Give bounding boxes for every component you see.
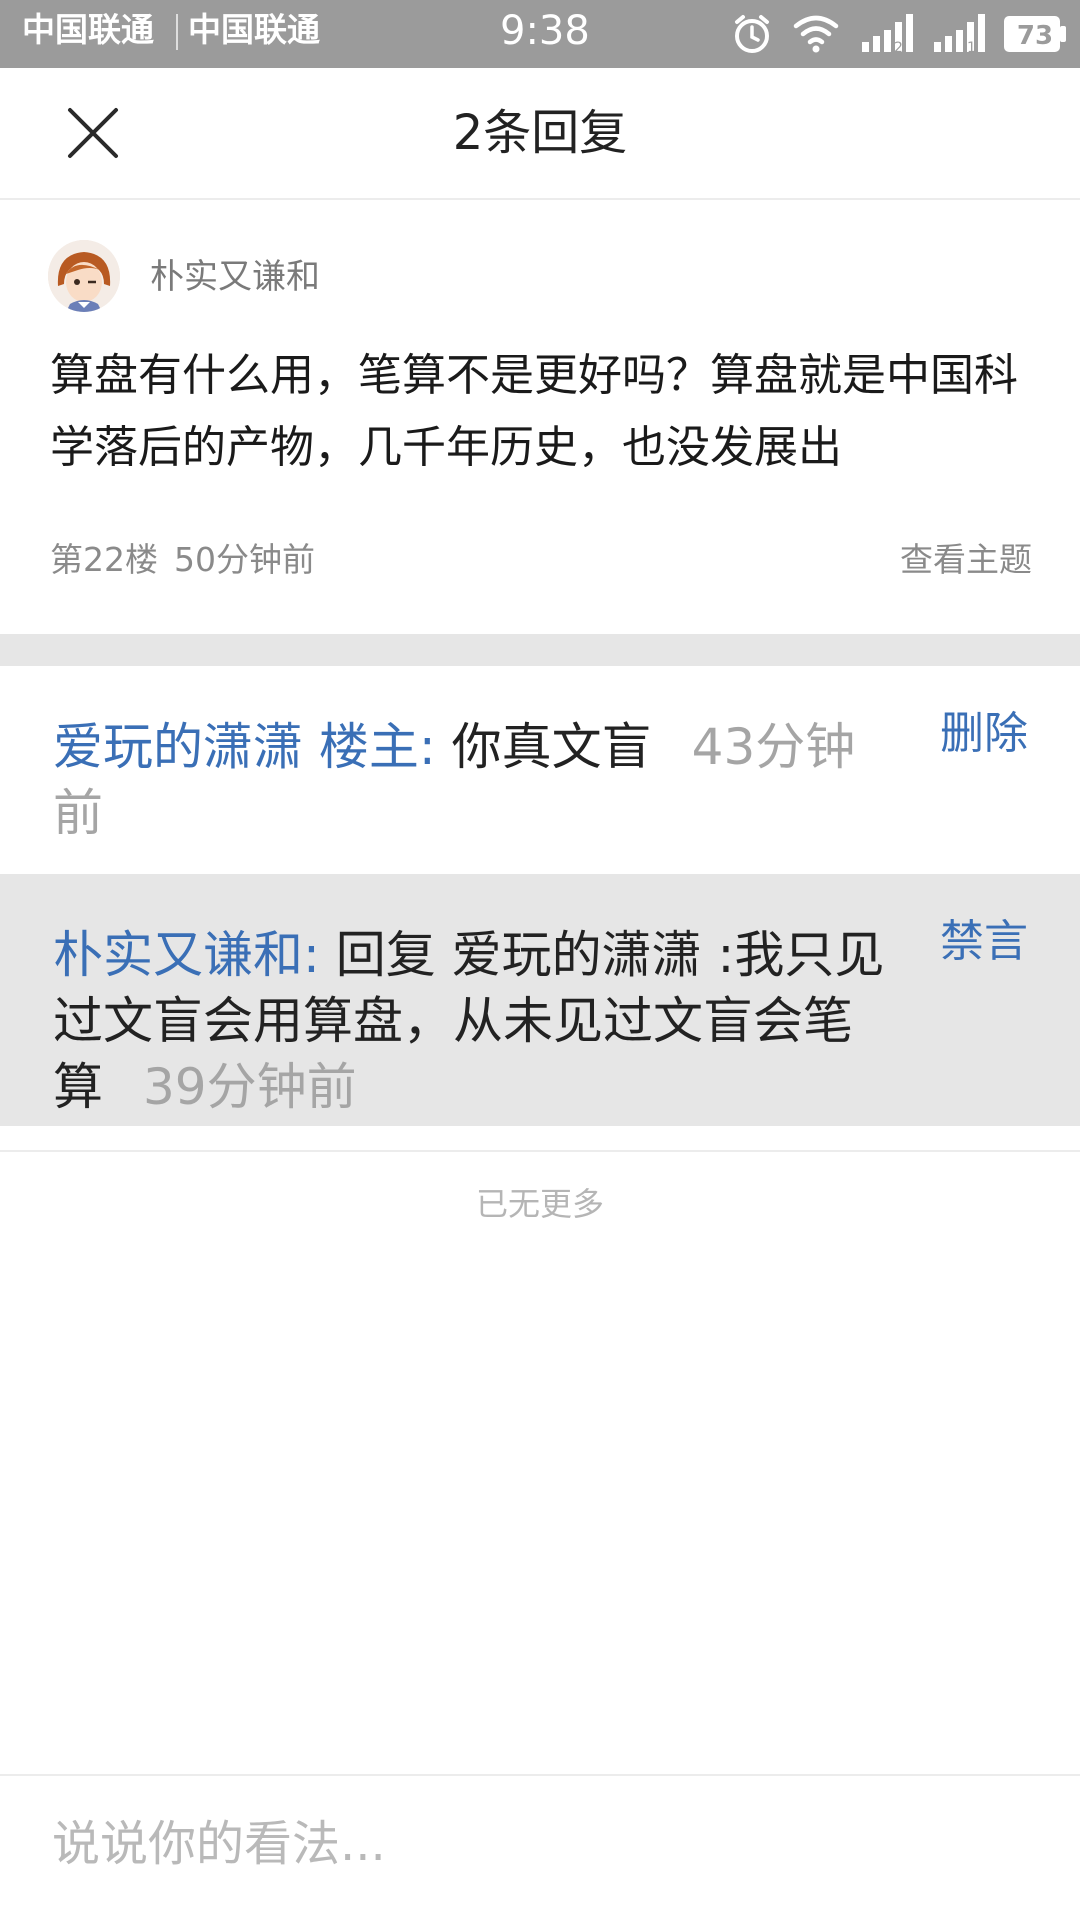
post-author[interactable]: 朴实又谦和 — [150, 255, 320, 299]
floor-number: 第22楼 — [50, 540, 158, 579]
view-topic-link[interactable]: 查看主题 — [900, 536, 1032, 584]
battery-level: 73 — [1016, 21, 1054, 51]
signal-icon: 2 — [862, 14, 913, 56]
close-button[interactable] — [60, 100, 126, 166]
svg-text:1: 1 — [967, 40, 976, 56]
top-nav-bar: 2条回复 — [0, 68, 1080, 200]
delete-button[interactable]: 删除 — [940, 706, 1028, 762]
mute-button[interactable]: 禁言 — [940, 914, 1028, 970]
signal-icon: 1 — [934, 14, 985, 56]
reply-item[interactable]: 朴实又谦和: 回复 爱玩的潇潇 :我只见过文盲会用算盘，从未见过文盲会笔算 39分… — [0, 874, 1080, 1126]
section-separator — [0, 634, 1080, 666]
no-more-label: 已无更多 — [475, 1185, 604, 1223]
post-content: 算盘有什么用，笔算不是更好吗？算盘就是中国科学落后的产物，几千年历史，也没发展出 — [50, 350, 1018, 473]
post-time: 50分钟前 — [174, 540, 315, 579]
close-icon — [68, 108, 118, 158]
divider — [0, 1150, 1080, 1152]
svg-text:2: 2 — [894, 40, 903, 56]
comment-bar — [0, 1774, 1080, 1912]
avatar[interactable] — [48, 240, 120, 312]
reply-author[interactable]: 爱玩的潇潇 — [53, 718, 303, 776]
op-badge: 楼主 — [318, 718, 419, 776]
reply-item[interactable]: 爱玩的潇潇 楼主: 你真文盲 43分钟前 删除 — [0, 666, 1080, 874]
reply-separator: : — [303, 926, 320, 984]
comment-input[interactable] — [50, 1798, 1034, 1890]
reply-time: 39分钟前 — [143, 1058, 357, 1116]
carrier-label: 中国联通 — [188, 10, 320, 49]
reply-text: 爱玩的潇潇 楼主: 你真文盲 43分钟前 — [53, 714, 901, 846]
wifi-icon — [793, 15, 839, 53]
avatar-image — [48, 240, 120, 312]
reply-author[interactable]: 朴实又谦和 — [53, 926, 303, 984]
post-meta: 第22楼 50分钟前 — [50, 536, 315, 584]
clock: 9:38 — [500, 8, 590, 54]
reply-separator: : — [418, 718, 436, 776]
page-title: 2条回复 — [452, 105, 628, 161]
original-post: 朴实又谦和 算盘有什么用，笔算不是更好吗？算盘就是中国科学落后的产物，几千年历史… — [0, 200, 1080, 634]
carrier-label: 中国联通 — [22, 10, 154, 49]
status-bar: 中国联通 中国联通 9:38 2 1 73 — [0, 0, 1080, 68]
carrier-divider — [176, 14, 178, 50]
reply-text: 朴实又谦和: 回复 爱玩的潇潇 :我只见过文盲会用算盘，从未见过文盲会笔算 39分… — [53, 922, 901, 1120]
alarm-icon — [735, 15, 769, 53]
reply-content: 你真文盲 — [451, 718, 652, 776]
